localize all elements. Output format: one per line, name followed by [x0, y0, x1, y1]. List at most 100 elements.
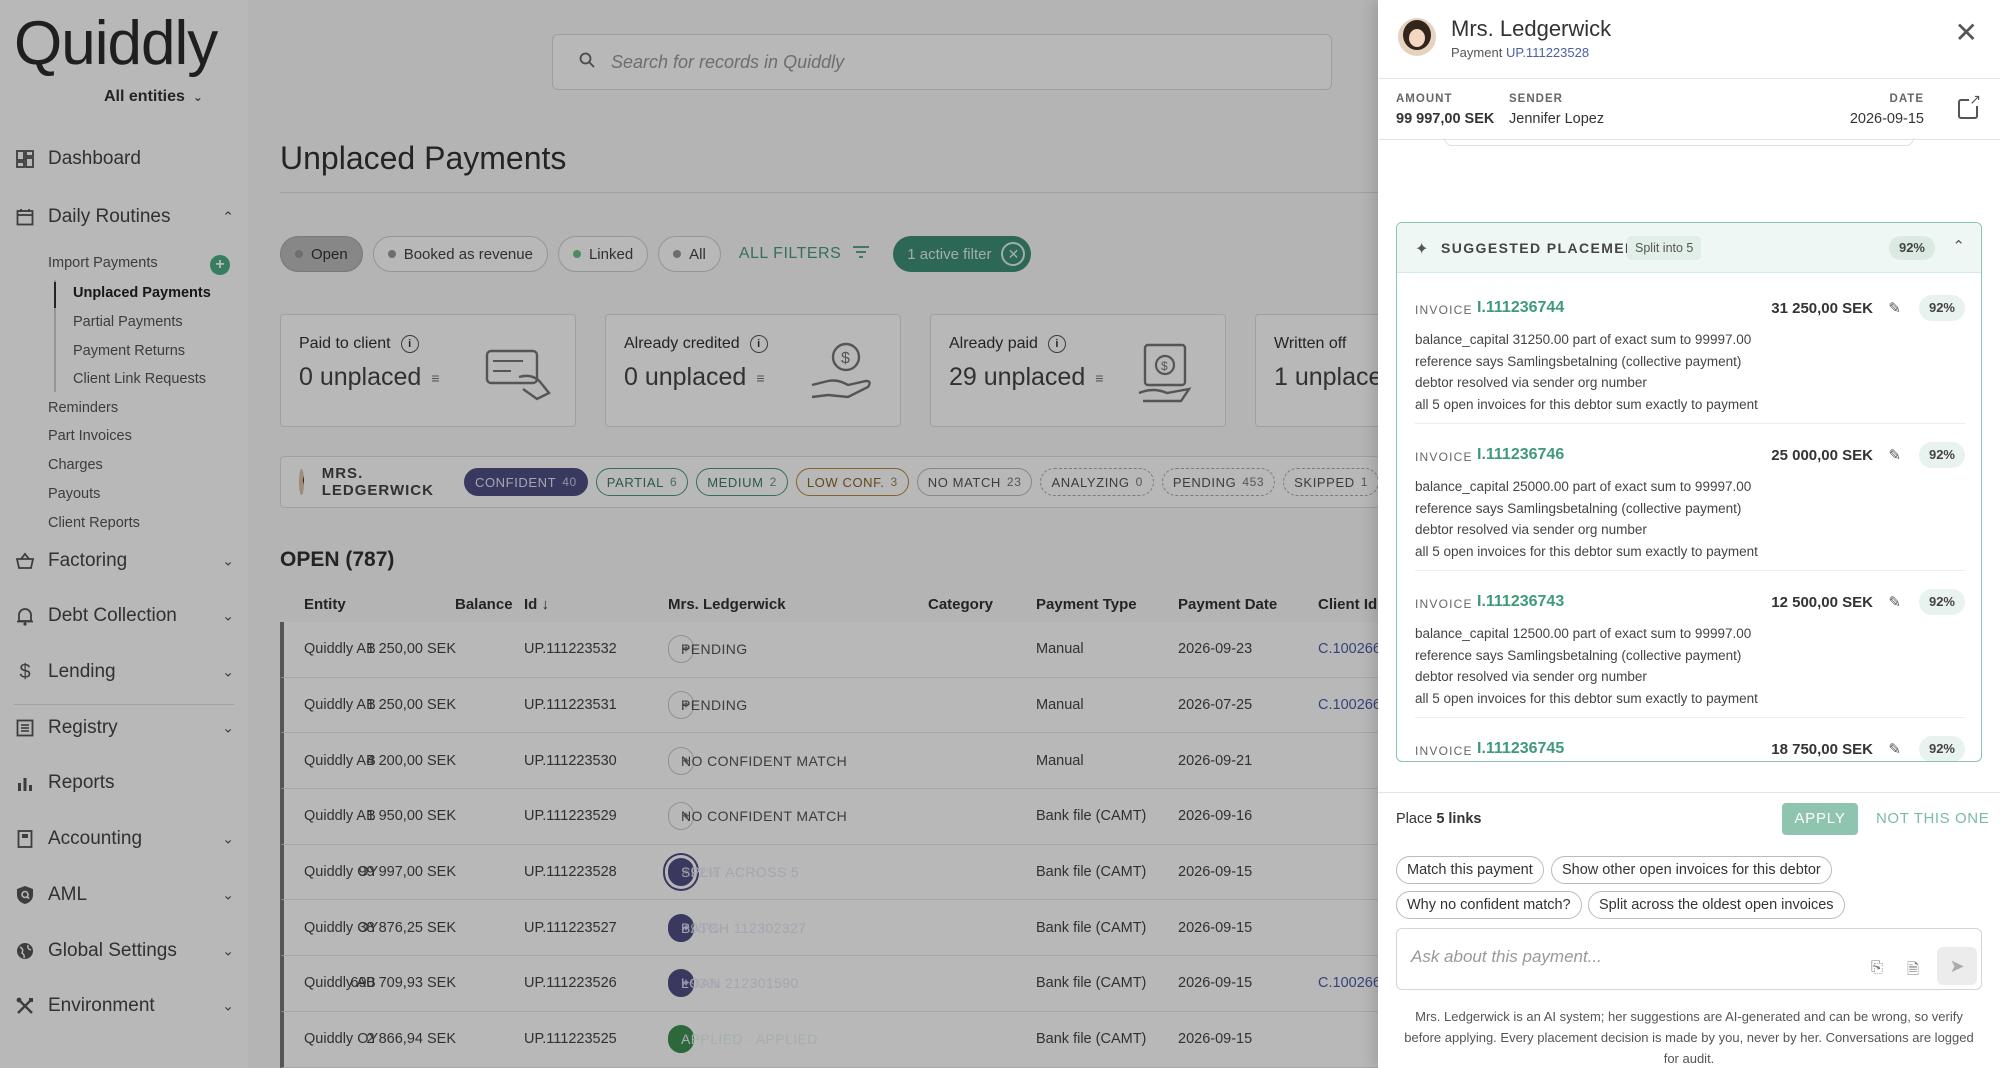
column-header-category[interactable]: Category [928, 596, 993, 613]
active-filter-chip[interactable]: 1 active filter ✕ [893, 236, 1032, 272]
entity-selector[interactable]: All entities ⌄ [104, 88, 203, 106]
nav-item-accounting[interactable]: Accounting ⌄ [14, 828, 234, 850]
ask-input[interactable]: Ask about this payment... ⎘ 🗎 ➤ [1396, 928, 1982, 990]
filter-chip-all[interactable]: All [658, 236, 721, 272]
info-icon[interactable]: i [749, 335, 768, 353]
edit-icon[interactable]: ✎ [1888, 299, 1901, 317]
nav-item-aml[interactable]: AML ⌄ [14, 884, 234, 906]
filter-small-icon[interactable]: ≡ [431, 370, 439, 386]
prompt-chip-match[interactable]: Match this payment [1396, 856, 1544, 884]
filter-chip-linked[interactable]: Linked [557, 236, 649, 272]
send-icon[interactable]: ➤ [1937, 947, 1977, 985]
column-header-id[interactable]: Id ↓ [524, 596, 549, 613]
attach-icon[interactable]: ⎘ [1871, 959, 1883, 976]
nav-item-factoring[interactable]: Factoring ⌄ [14, 550, 234, 572]
table-row[interactable]: Quiddly AB 4 200,00 SEK UP.111223530 ✦ NO CO… [280, 733, 1380, 790]
nav-label: Daily Routines [48, 206, 171, 227]
chevron-up-icon[interactable]: ⌃ [1952, 237, 1965, 255]
sidebar-item-reminders[interactable]: Reminders [48, 400, 118, 416]
filter-chip-booked-as-revenue[interactable]: Booked as revenue [372, 236, 548, 272]
table-row[interactable]: Quiddly AB 1 250,00 SEK UP.111223531 ✦ PENDI… [280, 677, 1405, 734]
edit-icon[interactable]: ✎ [1888, 446, 1901, 464]
filter-small-icon[interactable]: ≡ [1095, 370, 1103, 386]
pill-confident[interactable]: CONFIDENT 40 [463, 468, 588, 496]
nav-item-reports[interactable]: Reports [14, 772, 234, 794]
pill-partial[interactable]: PARTIAL 6 [595, 468, 689, 496]
app-logo[interactable]: Quiddly [14, 8, 218, 79]
entity-selector-label: All entities [104, 88, 185, 105]
invoice-id-link[interactable]: I.111236746 [1477, 446, 1564, 464]
pill-low-conf[interactable]: LOW CONF. 3 [795, 468, 909, 496]
sidebar-item-payouts[interactable]: Payouts [48, 486, 100, 502]
status-badge: ✦ PENDING [668, 635, 747, 664]
basket-icon [14, 550, 36, 572]
client-id-link[interactable]: C.100266 [1318, 975, 1381, 991]
invoice-divider [1415, 423, 1965, 424]
open-external-icon[interactable] [1958, 92, 1982, 119]
document-icon[interactable]: 🗎 [1907, 959, 1919, 984]
filter-chip-open[interactable]: Open [280, 236, 363, 272]
filter-small-icon[interactable]: ≡ [756, 370, 764, 386]
table-row[interactable]: Quiddly AB 1 950,00 SEK UP.111223529 ✦ NO CO… [280, 789, 1380, 845]
badge-confidence: · 92% [681, 864, 720, 881]
table-row[interactable]: Quiddly AB 1 250,00 SEK UP.111223532 ✦ PENDI… [280, 622, 1405, 678]
nav-item-daily-routines[interactable]: Daily Routines ⌃ [14, 206, 234, 228]
add-import-icon[interactable]: + [210, 255, 230, 275]
pill-analyzing[interactable]: ANALYZING 0 [1040, 468, 1154, 496]
invoice-id-link[interactable]: I.111236744 [1477, 299, 1564, 317]
table-row[interactable]: Quiddly OY 99 997,00 SEK UP.111223528 ✦ SPLI… [280, 844, 1380, 901]
invoice-id-link[interactable]: I.111236745 [1477, 740, 1564, 758]
sidebar-item-import-payments[interactable]: Import Payments [48, 255, 158, 271]
sidebar-item-payment-returns[interactable]: Payment Returns [73, 343, 185, 359]
column-header-payment-date[interactable]: Payment Date [1178, 596, 1277, 613]
table-row[interactable]: Quiddly AB 690 709,93 SEK UP.111223526 ✦ LOA… [280, 956, 1405, 1012]
close-icon[interactable]: ✕ [1955, 19, 1978, 47]
prompt-chip-why-no-match[interactable]: Why no confident match? [1396, 891, 1582, 919]
nav-item-registry[interactable]: Registry ⌄ [14, 717, 234, 739]
sidebar-item-partial-payments[interactable]: Partial Payments [73, 314, 183, 330]
nav-item-dashboard[interactable]: Dashboard [14, 148, 234, 170]
pill-no-match[interactable]: NO MATCH 23 [916, 468, 1033, 496]
apply-button[interactable]: APPLY [1782, 803, 1858, 835]
payment-id-link[interactable]: UP.111223528 [1506, 45, 1589, 60]
not-this-one-button[interactable]: NOT THIS ONE [1876, 810, 1989, 827]
pill-pending[interactable]: PENDING 453 [1161, 468, 1276, 496]
stat-card-already-credited[interactable]: Already credited i 0 unplaced ≡ $ [605, 314, 901, 427]
pill-medium[interactable]: MEDIUM 2 [696, 468, 788, 496]
edit-icon[interactable]: ✎ [1888, 593, 1901, 611]
stat-card-paid-to-client[interactable]: Paid to client i 0 unplaced ≡ [280, 314, 576, 427]
nav-item-global-settings[interactable]: Global Settings ⌄ [14, 940, 234, 962]
column-header-payment-type[interactable]: Payment Type [1036, 596, 1137, 613]
info-icon[interactable]: i [400, 335, 419, 353]
split-badge: Split into 5 [1627, 236, 1702, 260]
all-filters-button[interactable]: ALL FILTERS [739, 245, 870, 264]
nav-item-environment[interactable]: Environment ⌄ [14, 995, 234, 1017]
prompt-chip-show-other[interactable]: Show other open invoices for this debtor [1551, 856, 1832, 884]
cell-id: UP.111223532 [524, 641, 617, 658]
nav-item-lending[interactable]: $ Lending ⌄ [14, 661, 234, 683]
clear-filter-icon[interactable]: ✕ [1001, 242, 1026, 266]
prompt-chip-split-oldest[interactable]: Split across the oldest open invoices [1588, 891, 1845, 919]
stat-card-already-paid[interactable]: Already paid i 29 unplaced ≡ $ [930, 314, 1226, 427]
column-header-client-id[interactable]: Client Id [1318, 596, 1377, 613]
invoice-id-link[interactable]: I.111236743 [1477, 593, 1564, 611]
column-header-balance[interactable]: Balance [455, 596, 513, 613]
edit-icon[interactable]: ✎ [1888, 740, 1901, 758]
client-id-link[interactable]: C.100266 [1318, 641, 1381, 657]
nav-item-debt-collection[interactable]: Debt Collection ⌄ [14, 605, 234, 627]
client-id-link[interactable]: C.100266 [1318, 697, 1381, 713]
table-row[interactable]: Quiddly OY 38 876,25 SEK UP.111223527 ✦ BATC… [280, 900, 1380, 957]
suggestion-header[interactable]: ✦ SUGGESTED PLACEMENT Split into 5 92% ⌃ [1397, 223, 1981, 273]
sidebar-item-unplaced-payments[interactable]: Unplaced Payments [73, 285, 211, 301]
sidebar-item-client-reports[interactable]: Client Reports [48, 515, 140, 531]
invoice-reasons: balance_capital 25000.00 part of exact s… [1415, 476, 1758, 562]
column-header-entity[interactable]: Entity [304, 596, 346, 613]
table-row[interactable]: Quiddly OY 2 866,94 SEK UP.111223525 ✔ APPLI… [280, 1011, 1380, 1068]
pill-skipped[interactable]: SKIPPED 1 [1283, 468, 1379, 496]
info-icon[interactable]: i [1047, 335, 1066, 353]
column-header-assistant[interactable]: Mrs. Ledgerwick [668, 596, 786, 613]
sidebar-item-client-link-requests[interactable]: Client Link Requests [73, 371, 206, 387]
sidebar-item-charges[interactable]: Charges [48, 457, 103, 473]
sidebar-item-part-invoices[interactable]: Part Invoices [48, 428, 132, 444]
search-input[interactable]: Search for records in Quiddly [552, 34, 1332, 90]
